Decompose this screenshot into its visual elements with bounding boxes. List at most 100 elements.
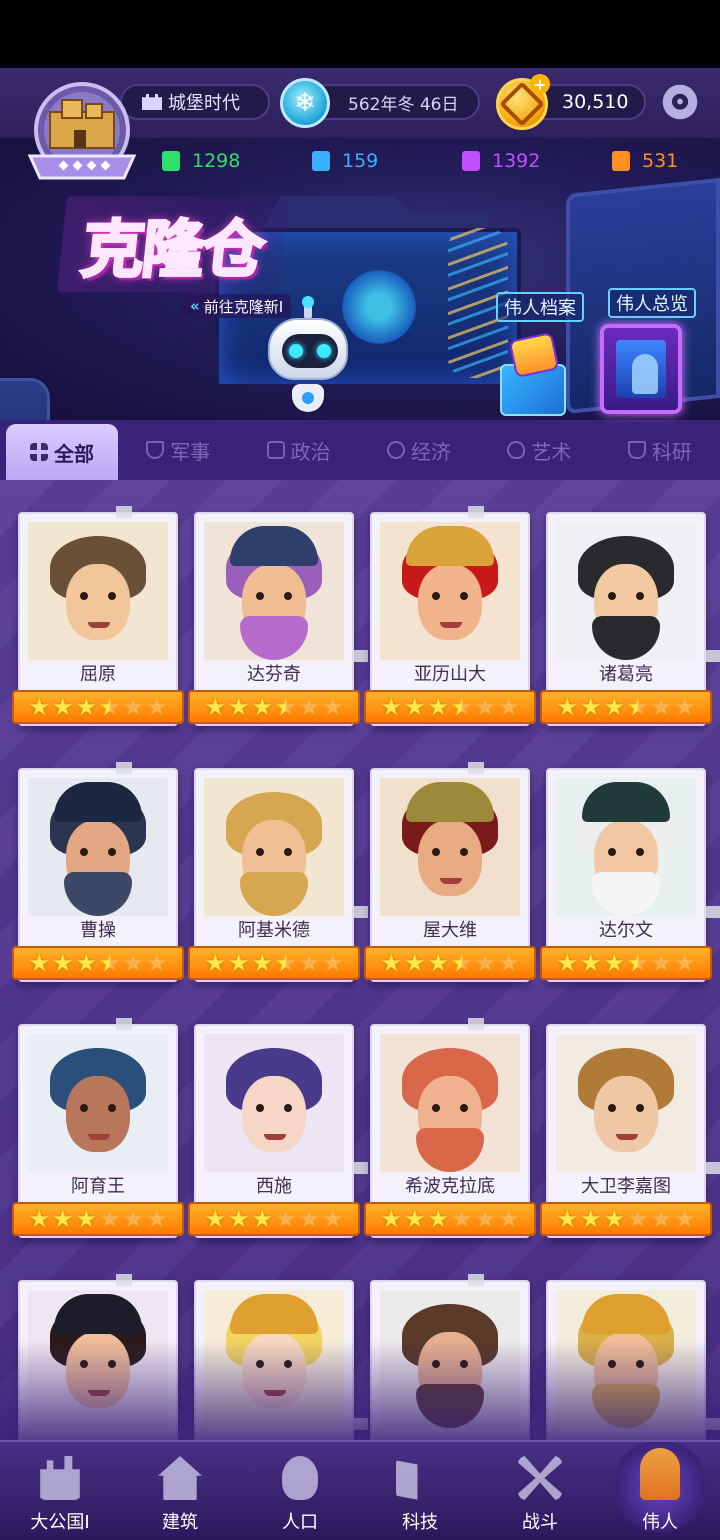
hero-card[interactable]: 屈原 ★ ★ ★ ★ ★ ★ [12, 506, 184, 726]
double-chevron-left-icon: « [190, 297, 200, 315]
robot-eye [317, 344, 331, 358]
hero-headwear [406, 526, 494, 566]
nav-battle[interactable]: 战斗 [480, 1442, 600, 1540]
person-icon [282, 1456, 318, 1500]
star-icon: ★ [579, 949, 602, 977]
hero-portrait [380, 522, 520, 660]
tab-all[interactable]: 全部 [6, 424, 118, 480]
hero-mouth [88, 1134, 110, 1140]
hero-card[interactable]: 达尔文 ★ ★ ★ ★ ★ ★ [540, 768, 720, 982]
hero-card[interactable]: 希波克拉底 ★ ★ ★ ★ ★ ★ [364, 1018, 536, 1238]
nav-population[interactable]: 人口 [240, 1442, 360, 1540]
robot-face [282, 334, 338, 368]
tab-politics[interactable]: 政治 [238, 420, 358, 480]
hero-card[interactable]: 诸葛亮 ★ ★ ★ ★ ★ ★ [540, 512, 720, 726]
tab-military[interactable]: 军事 [118, 420, 238, 480]
hero-eye [460, 1104, 468, 1112]
star-icon: ★ [146, 693, 168, 721]
star-icon: ★ [51, 1205, 74, 1233]
resource-blue: 159 [312, 146, 378, 176]
hero-card[interactable]: 屋大维 ★ ★ ★ ★ ★ ★ [364, 762, 536, 982]
hero-card[interactable]: 亚历山大 ★ ★ ★ ★ ★ ★ [364, 506, 536, 726]
hero-eye [80, 1104, 88, 1112]
hero-card[interactable]: 阿基米德 ★ ★ ★ ★ ★ ★ [188, 768, 368, 982]
star-rating: ★ ★ ★ ★ ★ ★ [540, 1202, 712, 1236]
hero-beard [592, 872, 660, 916]
resource-value: 1392 [492, 150, 541, 172]
tab-research[interactable]: 科研 [600, 420, 720, 480]
tape-decoration [704, 906, 720, 918]
flask-icon [627, 441, 646, 459]
star-icon: ★ [579, 693, 602, 721]
hero-name: 希波克拉底 [405, 1176, 495, 1197]
star-icon: ★ [403, 693, 426, 721]
shield-icon [146, 441, 165, 459]
add-gold-button[interactable]: + [530, 74, 550, 94]
nav-duchy[interactable]: 大公国I [0, 1442, 120, 1540]
tape-decoration [468, 506, 484, 518]
hero-headwear [406, 782, 494, 822]
star-rating: ★ ★ ★ ★ ★ ★ [364, 946, 536, 980]
star-icon: ★ [322, 949, 344, 977]
green-crate-icon [162, 151, 180, 171]
nav-great-people[interactable]: 伟人 [600, 1442, 720, 1540]
star-rating: ★ ★ ★ ★ ★ ★ [364, 1202, 536, 1236]
hero-eye [284, 1104, 292, 1112]
hero-card[interactable]: 达芬奇 ★ ★ ★ ★ ★ ★ [188, 512, 368, 726]
hero-card[interactable]: 西施 ★ ★ ★ ★ ★ ★ [188, 1024, 368, 1238]
star-icon: ★ [474, 1205, 497, 1233]
orange-crate-icon [612, 151, 630, 171]
hero-grid: 屈原 ★ ★ ★ ★ ★ ★ 达芬奇 ★ ★ ★ ★ ★ ★ 亚历山大 ★ ★ ★ ★ ★ ★ 诸葛亮 ★ ★ ★ ★ ★ ★ 曹操 ★ ★… [0, 480, 720, 1440]
hero-name: 达芬奇 [247, 664, 301, 685]
hero-name: 阿育王 [71, 1176, 125, 1197]
star-icon: ★ [674, 1205, 696, 1233]
palette-icon [507, 441, 526, 459]
star-icon: ★ [298, 949, 321, 977]
hero-overview-button[interactable] [600, 324, 682, 414]
hero-face [66, 564, 130, 640]
tab-art[interactable]: 艺术 [479, 420, 599, 480]
hero-overview-label[interactable]: 伟人总览 [608, 288, 696, 318]
star-icon: ★ [427, 693, 449, 721]
hero-eye [80, 592, 88, 600]
tape-decoration [116, 1018, 132, 1030]
hero-portrait [380, 778, 520, 916]
hero-eye [432, 592, 440, 600]
hero-archive-label[interactable]: 伟人档案 [496, 292, 584, 322]
hero-card[interactable]: 大卫李嘉图 ★ ★ ★ ★ ★ ★ [540, 1024, 720, 1238]
tape-decoration [704, 1162, 720, 1174]
castle-emblem[interactable] [24, 82, 140, 186]
star-icon: ★ [498, 693, 520, 721]
nav-label: 战斗 [522, 1512, 558, 1533]
building-icon [266, 441, 285, 459]
robot-head [268, 318, 348, 380]
tab-label: 军事 [170, 439, 211, 464]
star-icon: ★ [99, 693, 121, 721]
star-rating: ★ ★ ★ ★ ★ ★ [12, 1202, 184, 1236]
hero-mouth [616, 1134, 638, 1140]
tab-economy[interactable]: 经济 [359, 420, 479, 480]
hero-eye [256, 848, 264, 856]
nav-technology[interactable]: 科技 [360, 1442, 480, 1540]
hero-card[interactable]: 曹操 ★ ★ ★ ★ ★ ★ [12, 762, 184, 982]
settings-gear-icon[interactable]: ⚙ [660, 82, 700, 122]
hero-eye [108, 848, 116, 856]
hero-archive-button[interactable] [500, 331, 566, 416]
era-label: 城堡时代 [168, 93, 240, 114]
robot-assistant[interactable] [262, 296, 354, 414]
star-icon: ★ [51, 949, 74, 977]
castle-icon [40, 1456, 80, 1500]
hero-name: 西施 [256, 1176, 292, 1197]
hero-eye [608, 1104, 616, 1112]
star-icon: ★ [603, 693, 625, 721]
star-icon: ★ [146, 1205, 168, 1233]
star-icon: ★ [251, 693, 273, 721]
star-icon: ★ [122, 693, 145, 721]
hero-face [418, 820, 482, 896]
tape-decoration [116, 762, 132, 774]
star-icon: ★ [146, 949, 168, 977]
era-display[interactable]: 城堡时代 [120, 84, 270, 120]
star-icon: ★ [650, 693, 673, 721]
nav-buildings[interactable]: 建筑 [120, 1442, 240, 1540]
hero-card[interactable]: 阿育王 ★ ★ ★ ★ ★ ★ [12, 1018, 184, 1238]
